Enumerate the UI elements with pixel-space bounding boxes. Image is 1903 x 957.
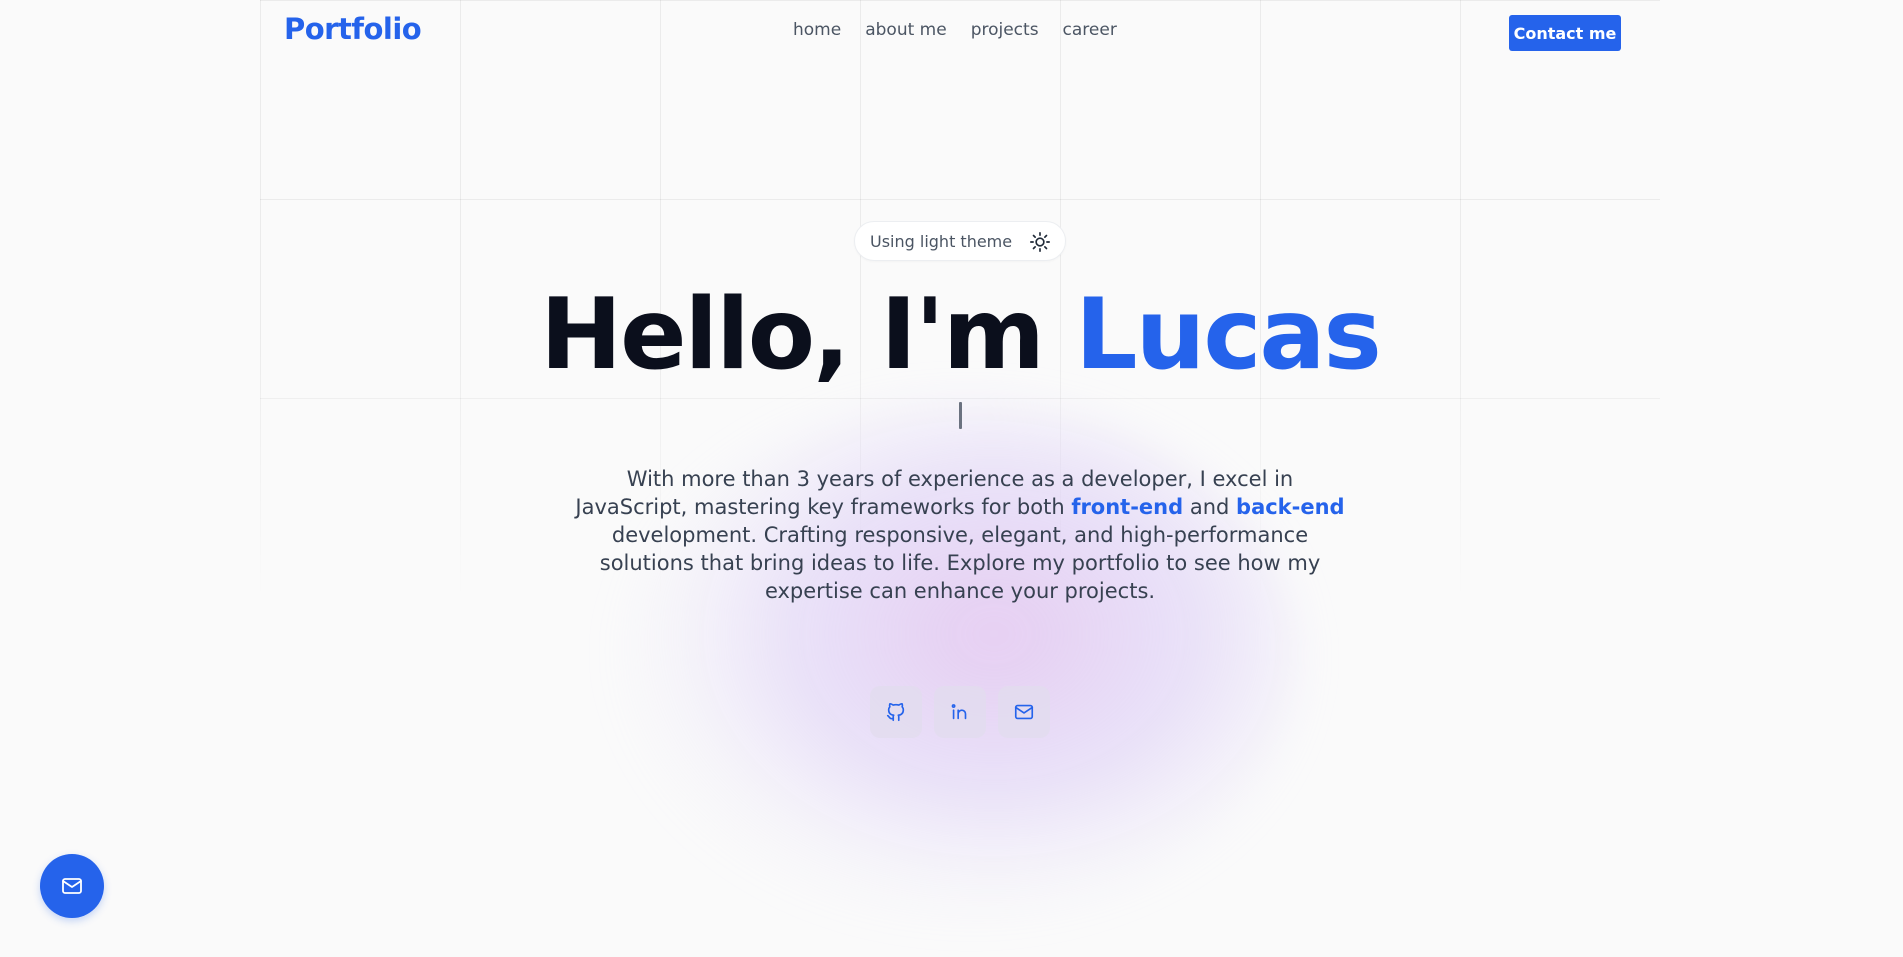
- theme-toggle-label: Using light theme: [870, 231, 1013, 251]
- nav-projects[interactable]: projects: [971, 20, 1039, 40]
- nav-career[interactable]: career: [1063, 20, 1117, 40]
- sun-icon: [1029, 231, 1051, 253]
- github-icon: [886, 702, 905, 722]
- floating-mail-button[interactable]: [40, 854, 104, 918]
- hero-heading: Hello, I'm Lucas: [0, 275, 1903, 395]
- linkedin-icon: [951, 704, 967, 720]
- mail-icon: [1014, 704, 1034, 720]
- email-link[interactable]: [998, 686, 1050, 738]
- social-links: [870, 686, 1050, 738]
- nav-home[interactable]: home: [793, 20, 841, 40]
- theme-toggle[interactable]: Using light theme: [854, 221, 1066, 261]
- nav-about-me[interactable]: about me: [865, 20, 946, 40]
- hero-name: Lucas: [1075, 278, 1382, 392]
- hero-description: With more than 3 years of experience as …: [570, 465, 1350, 605]
- description-text: and: [1183, 495, 1237, 519]
- page: Portfolio home about me projects career …: [0, 0, 1903, 957]
- contact-me-button[interactable]: Contact me: [1509, 15, 1621, 51]
- main-nav: home about me projects career: [793, 20, 1117, 40]
- hero-greeting: Hello, I'm: [540, 278, 1076, 392]
- description-text: development. Crafting responsive, elegan…: [599, 523, 1321, 603]
- typing-cursor: [959, 402, 962, 429]
- linkedin-link[interactable]: [934, 686, 986, 738]
- front-end-highlight: front-end: [1071, 495, 1184, 519]
- back-end-highlight: back-end: [1236, 495, 1345, 519]
- logo[interactable]: Portfolio: [284, 12, 422, 46]
- mail-icon: [62, 878, 82, 894]
- github-link[interactable]: [870, 686, 922, 738]
